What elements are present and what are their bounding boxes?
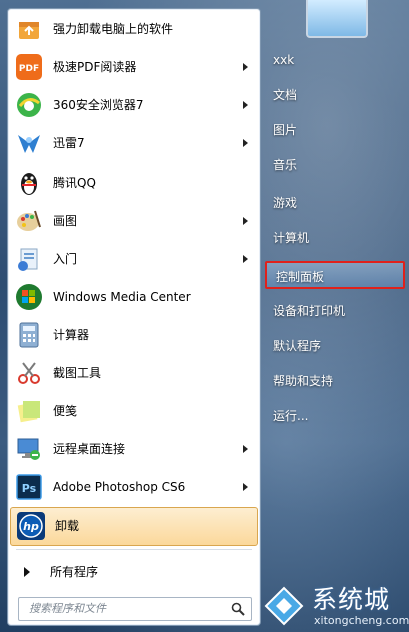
program-item-qq[interactable]: 腾讯QQ — [9, 165, 259, 202]
remote-desktop-icon — [14, 434, 44, 464]
program-label: 腾讯QQ — [53, 176, 96, 190]
right-item-games[interactable]: 游戏 — [264, 189, 406, 217]
submenu-arrow-icon[interactable] — [243, 139, 248, 147]
right-item-documents[interactable]: 文档 — [264, 81, 406, 109]
program-label: 强力卸载电脑上的软件 — [53, 22, 174, 36]
right-item-control-panel[interactable]: 控制面板 — [265, 261, 405, 289]
svg-text:PDF: PDF — [19, 64, 39, 74]
submenu-arrow-icon[interactable] — [243, 217, 248, 225]
program-label: 卸载 — [55, 519, 80, 533]
program-label: 便笺 — [53, 404, 78, 418]
photoshop-icon: Ps — [14, 472, 44, 502]
program-label: Windows Media Center — [53, 290, 191, 304]
all-programs-label: 所有程序 — [50, 565, 99, 579]
program-label: 计算器 — [53, 328, 90, 342]
right-item-music[interactable]: 音乐 — [264, 151, 406, 179]
start-menu: 强力卸载电脑上的软件 PDF 极速PDF阅读器 360安全浏览器7 迅雷7 腾讯… — [0, 0, 409, 632]
program-label: 远程桌面连接 — [53, 442, 126, 456]
all-programs-button[interactable]: 所有程序 — [16, 561, 252, 583]
submenu-arrow-icon[interactable] — [243, 483, 248, 491]
watermark-title: 系统城 — [312, 585, 391, 614]
program-item-remote-desktop[interactable]: 远程桌面连接 — [9, 431, 259, 468]
pdf-reader-icon: PDF — [14, 52, 44, 82]
getting-started-icon — [14, 244, 44, 274]
right-item-devices-printers[interactable]: 设备和打印机 — [264, 297, 406, 325]
thunder-icon — [14, 128, 44, 158]
right-item-user[interactable]: xxk — [264, 46, 406, 74]
hp-logo-icon: hp — [16, 511, 46, 541]
svg-text:Ps: Ps — [22, 482, 37, 495]
right-item-help-support[interactable]: 帮助和支持 — [264, 367, 406, 395]
uninstall-box-icon — [14, 14, 44, 44]
program-item-sticky-notes[interactable]: 便笺 — [9, 393, 259, 430]
submenu-arrow-icon[interactable] — [243, 445, 248, 453]
snipping-tool-icon — [14, 358, 44, 388]
right-item-default-programs[interactable]: 默认程序 — [264, 332, 406, 360]
program-item-thunder[interactable]: 迅雷7 — [9, 125, 259, 162]
site-watermark: 系统城 xitongcheng.com — [258, 580, 409, 632]
submenu-arrow-icon[interactable] — [243, 101, 248, 109]
search-icon[interactable] — [231, 602, 245, 616]
user-account-picture[interactable] — [306, 0, 368, 38]
program-item-paint[interactable]: 画图 — [9, 203, 259, 240]
sticky-notes-icon — [14, 396, 44, 426]
right-item-pictures[interactable]: 图片 — [264, 116, 406, 144]
paint-palette-icon — [14, 206, 44, 236]
360-browser-icon — [14, 90, 44, 120]
qq-penguin-icon — [14, 168, 44, 198]
submenu-arrow-icon[interactable] — [243, 63, 248, 71]
calculator-icon — [14, 320, 44, 350]
program-item-getting-started[interactable]: 入门 — [9, 241, 259, 278]
program-item-pdf-reader[interactable]: PDF 极速PDF阅读器 — [9, 49, 259, 86]
programs-pane: 强力卸载电脑上的软件 PDF 极速PDF阅读器 360安全浏览器7 迅雷7 腾讯… — [7, 8, 261, 626]
program-label: 截图工具 — [53, 366, 102, 380]
search-box[interactable]: 搜索程序和文件 — [18, 597, 252, 621]
program-label: 画图 — [53, 214, 78, 228]
program-item-photoshop[interactable]: Ps Adobe Photoshop CS6 — [9, 469, 259, 506]
program-label: 极速PDF阅读器 — [53, 60, 137, 74]
program-item-hp-uninstall[interactable]: hp 卸载 — [10, 507, 258, 546]
watermark-url: xitongcheng.com — [314, 614, 409, 627]
svg-text:hp: hp — [23, 520, 39, 533]
program-item-uninstaller[interactable]: 强力卸载电脑上的软件 — [9, 11, 259, 48]
right-item-computer[interactable]: 计算机 — [264, 224, 406, 252]
program-label: 迅雷7 — [53, 136, 85, 150]
program-item-media-center[interactable]: Windows Media Center — [9, 279, 259, 316]
program-label: 360安全浏览器7 — [53, 98, 144, 112]
menu-separator — [16, 549, 252, 550]
program-item-360-browser[interactable]: 360安全浏览器7 — [9, 87, 259, 124]
submenu-arrow-icon[interactable] — [243, 255, 248, 263]
expand-triangle-icon — [24, 567, 30, 577]
program-item-snipping-tool[interactable]: 截图工具 — [9, 355, 259, 392]
program-label: Adobe Photoshop CS6 — [53, 480, 186, 494]
program-item-calculator[interactable]: 计算器 — [9, 317, 259, 354]
windows-logo-icon — [14, 282, 44, 312]
program-label: 入门 — [53, 252, 78, 266]
watermark-logo-icon — [264, 586, 304, 626]
search-placeholder: 搜索程序和文件 — [29, 602, 106, 615]
right-item-run[interactable]: 运行... — [264, 402, 406, 430]
